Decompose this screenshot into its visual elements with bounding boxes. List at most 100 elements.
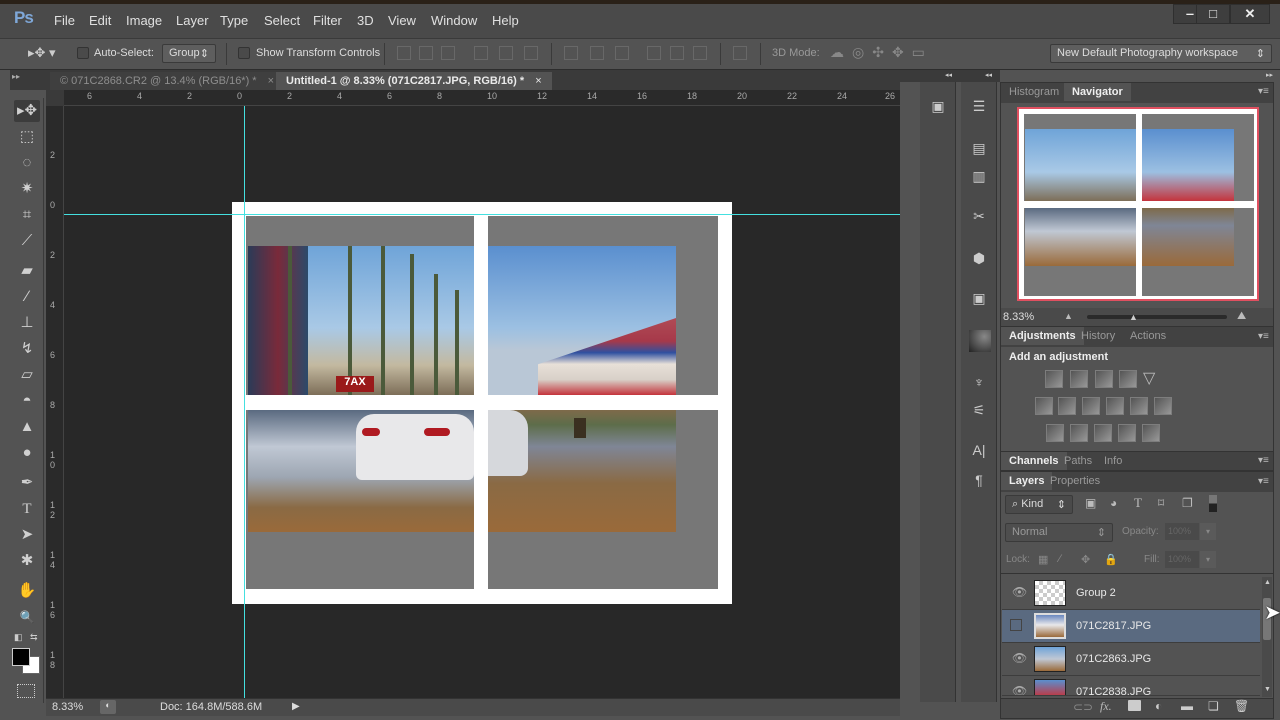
panel-menu-icon[interactable]: ▾≡: [1258, 86, 1269, 97]
workspace-dropdown[interactable]: New Default Photography workspace ⇕: [1050, 44, 1272, 63]
default-colors-icon[interactable]: ◧: [14, 632, 23, 643]
opacity-dropdown-icon[interactable]: ▾: [1200, 523, 1216, 540]
move-tool-preset-icon[interactable]: ▸✥ ▾: [28, 45, 56, 61]
visibility-toggle-hidden[interactable]: [1010, 619, 1022, 631]
scroll-up-icon[interactable]: ▲: [1264, 579, 1271, 586]
layer-row-group-2[interactable]: 👁 Group 2: [1002, 577, 1260, 610]
close-button[interactable]: ✕: [1230, 4, 1270, 24]
tab-properties[interactable]: Properties: [1042, 472, 1108, 490]
fill-input[interactable]: 100%: [1165, 551, 1199, 568]
status-menu-arrow-icon[interactable]: ▶: [292, 701, 300, 712]
collapse-toolbar-icon[interactable]: ▸▸: [12, 72, 20, 81]
distribute-right-edges-icon[interactable]: [693, 46, 707, 60]
auto-align-layers-icon[interactable]: [733, 46, 747, 60]
invert-icon[interactable]: [1046, 424, 1064, 442]
panel-menu-icon[interactable]: ▾≡: [1258, 331, 1269, 342]
filter-smart-objects-icon[interactable]: ❐: [1182, 496, 1193, 510]
show-transform-controls-checkbox[interactable]: [238, 47, 250, 59]
menu-filter[interactable]: Filter: [313, 13, 342, 28]
distribute-bottom-edges-icon[interactable]: [615, 46, 629, 60]
zoom-tool[interactable]: 🔍: [14, 606, 40, 628]
threshold-icon[interactable]: [1094, 424, 1112, 442]
menu-file[interactable]: File: [54, 13, 75, 28]
healing-brush-tool[interactable]: ▰: [14, 260, 40, 282]
lock-all-icon[interactable]: 🔒: [1104, 553, 1118, 566]
lock-position-icon[interactable]: ✥: [1081, 553, 1090, 566]
blend-mode-dropdown[interactable]: Normal ⇕: [1005, 523, 1113, 542]
exposure-icon[interactable]: [1119, 370, 1137, 388]
hue-saturation-icon[interactable]: [1035, 397, 1053, 415]
menu-3d[interactable]: 3D: [357, 13, 374, 28]
character-icon[interactable]: A|: [967, 440, 991, 460]
zoom-in-icon[interactable]: ⛰: [1237, 310, 1246, 323]
filter-adjustment-layers-icon[interactable]: ◕: [1110, 496, 1117, 510]
menu-help[interactable]: Help: [492, 13, 519, 28]
panel-menu-icon[interactable]: ▾≡: [1258, 476, 1269, 487]
tool-presets-icon[interactable]: ☰: [967, 96, 991, 116]
notes-icon[interactable]: ▥: [967, 166, 991, 186]
tab-close-icon[interactable]: ×: [268, 75, 274, 87]
align-horizontal-centers-icon[interactable]: [499, 46, 513, 60]
blur-tool[interactable]: ▲: [14, 416, 40, 438]
add-mask-icon[interactable]: [1128, 700, 1141, 711]
lock-transparent-pixels-icon[interactable]: ▦: [1038, 553, 1048, 566]
menu-image[interactable]: Image: [126, 13, 162, 28]
swap-colors-icon[interactable]: ⇆: [30, 632, 38, 643]
layer-comps-icon[interactable]: ▤: [967, 138, 991, 158]
tab-navigator[interactable]: Navigator: [1064, 83, 1131, 101]
layer-filter-kind-dropdown[interactable]: ⌕ Kind ⇕: [1005, 495, 1073, 514]
visibility-eye-icon[interactable]: 👁: [1012, 684, 1027, 695]
adjustment-layer-icon[interactable]: ◐: [1155, 699, 1162, 713]
layer-row-071C2863[interactable]: 👁 071C2863.JPG: [1002, 643, 1260, 676]
black-white-icon[interactable]: [1082, 397, 1100, 415]
channel-mixer-icon[interactable]: [1130, 397, 1148, 415]
filter-shape-layers-icon[interactable]: ⌑: [1158, 496, 1164, 510]
paragraph-icon[interactable]: ¶: [967, 470, 991, 490]
status-zoom[interactable]: 8.33%: [52, 701, 83, 713]
visibility-eye-icon[interactable]: 👁: [1012, 585, 1027, 599]
lasso-tool[interactable]: ◌: [14, 152, 40, 174]
fill-dropdown-icon[interactable]: ▾: [1200, 551, 1216, 568]
tools-settings-icon[interactable]: ✂: [967, 206, 991, 226]
swatches-icon[interactable]: [969, 330, 991, 352]
align-top-edges-icon[interactable]: [397, 46, 411, 60]
pen-tool[interactable]: ✒: [14, 472, 40, 494]
guide-vertical[interactable]: [244, 106, 245, 698]
paint-bucket-tool[interactable]: ◓: [14, 390, 40, 412]
magic-wand-tool[interactable]: ✷: [14, 178, 40, 200]
navigator-zoom-slider[interactable]: [1087, 315, 1227, 319]
fx-icon[interactable]: fx.: [1100, 699, 1112, 714]
history-brush-tool[interactable]: ↯: [14, 338, 40, 360]
navigator-proxy-view[interactable]: [1017, 107, 1259, 301]
panel-menu-icon[interactable]: ▾≡: [1258, 455, 1269, 466]
eraser-tool[interactable]: ▱: [14, 364, 40, 386]
distribute-left-edges-icon[interactable]: [647, 46, 661, 60]
menu-window[interactable]: Window: [431, 13, 477, 28]
align-left-edges-icon[interactable]: [474, 46, 488, 60]
tab-close-icon[interactable]: ×: [535, 75, 541, 87]
brush-presets-icon[interactable]: ♆: [967, 372, 991, 392]
menu-type[interactable]: Type: [220, 13, 248, 28]
gradient-map-icon[interactable]: [1142, 424, 1160, 442]
zoom-out-icon[interactable]: ▲: [1064, 311, 1073, 321]
collapse-dock-icon[interactable]: ◂◂: [945, 71, 952, 79]
tab-histogram[interactable]: Histogram: [1001, 83, 1067, 101]
selective-color-icon[interactable]: [1118, 424, 1136, 442]
clone-stamp-tool[interactable]: ⊥: [14, 312, 40, 334]
collapse-dock-icon[interactable]: ◂◂: [985, 71, 992, 79]
navigator-zoom-slider-handle[interactable]: ▲: [1129, 312, 1138, 322]
crop-tool[interactable]: ⌗: [14, 204, 40, 226]
filter-type-layers-icon[interactable]: T: [1134, 495, 1142, 511]
tab-paths[interactable]: Paths: [1056, 452, 1100, 470]
distribute-horizontal-centers-icon[interactable]: [670, 46, 684, 60]
opacity-input[interactable]: 100%: [1165, 523, 1199, 540]
auto-select-checkbox[interactable]: [77, 47, 89, 59]
brush-settings-icon[interactable]: ⚟: [967, 400, 991, 420]
quick-mask-icon[interactable]: [17, 684, 35, 698]
path-selection-tool[interactable]: ➤: [14, 524, 40, 546]
color-balance-icon[interactable]: [1058, 397, 1076, 415]
image-library-icon[interactable]: ▣: [967, 288, 991, 308]
new-group-folder-icon[interactable]: ▬: [1181, 699, 1193, 713]
vibrance-icon[interactable]: ▽: [1143, 368, 1155, 388]
menu-layer[interactable]: Layer: [176, 13, 209, 28]
